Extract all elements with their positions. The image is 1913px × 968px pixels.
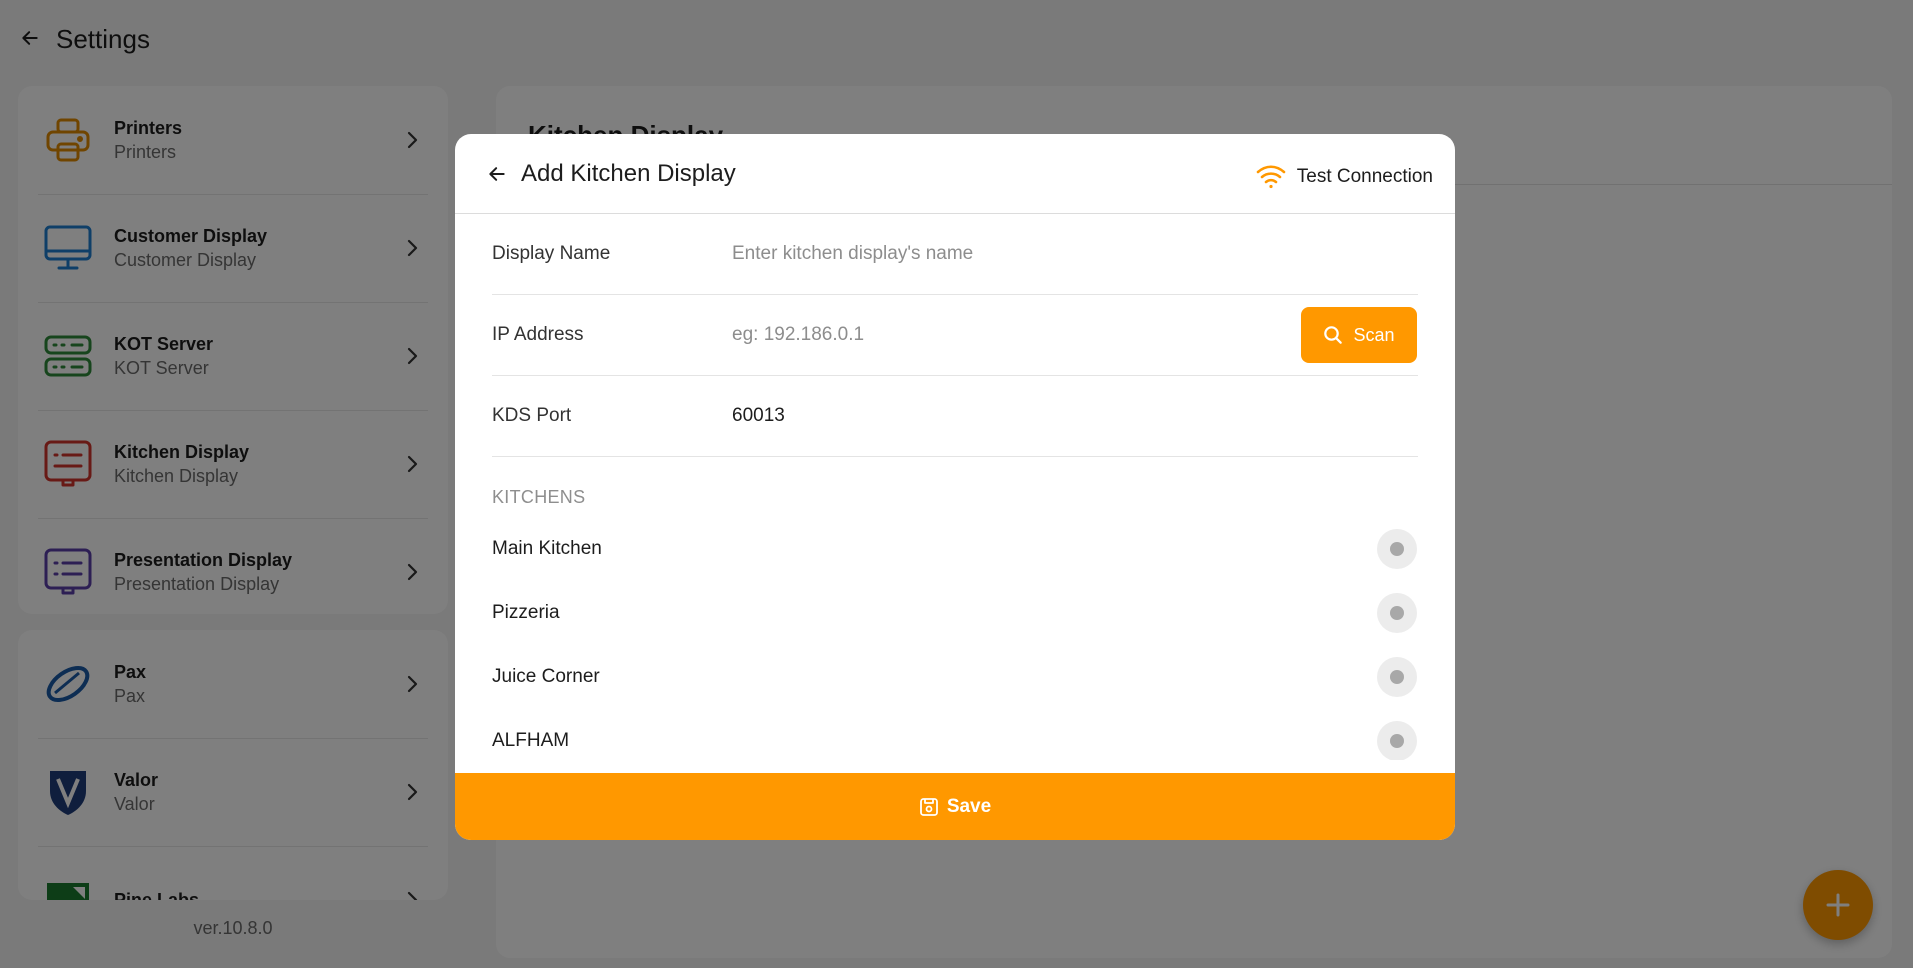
dialog-back-arrow-icon[interactable] <box>485 162 509 186</box>
kds-port-row: KDS Port <box>492 376 1418 457</box>
display-name-row: Display Name <box>492 214 1418 295</box>
kds-port-label: KDS Port <box>492 405 572 426</box>
kitchen-radio[interactable] <box>1377 529 1417 569</box>
kitchens-section-label: KITCHENS <box>492 487 586 507</box>
kitchen-name: Main Kitchen <box>492 538 602 559</box>
ip-address-label: IP Address <box>492 324 584 345</box>
kitchen-name: Juice Corner <box>492 666 600 687</box>
wifi-icon <box>1256 165 1286 189</box>
test-connection-label: Test Connection <box>1296 166 1433 187</box>
test-connection-button[interactable]: Test Connection <box>1255 164 1433 190</box>
ip-address-input[interactable] <box>732 315 1301 355</box>
kitchen-radio[interactable] <box>1377 657 1417 697</box>
search-icon <box>1324 326 1343 344</box>
save-button-label: Save <box>946 795 992 817</box>
dialog-title: Add Kitchen Display <box>521 160 736 187</box>
dialog-body[interactable]: Display Name IP Address Scan KDS Port KI… <box>492 214 1418 760</box>
kitchen-name: Pizzeria <box>492 602 560 623</box>
kitchen-option[interactable]: Pizzeria <box>492 581 1418 645</box>
kitchen-name: ALFHAM <box>492 730 570 751</box>
radio-dot <box>1390 606 1404 620</box>
kitchen-option[interactable]: ALFHAM <box>492 709 1418 760</box>
kitchen-radio[interactable] <box>1377 721 1417 760</box>
save-button[interactable]: Save <box>455 773 1455 840</box>
display-name-label: Display Name <box>492 243 611 264</box>
save-icon <box>919 797 938 816</box>
kitchen-option[interactable]: Juice Corner <box>492 645 1418 709</box>
display-name-input[interactable] <box>732 234 1418 274</box>
kds-port-input[interactable] <box>732 396 1418 436</box>
radio-dot <box>1390 542 1404 556</box>
add-kitchen-display-dialog: Add Kitchen Display Test Connection Disp… <box>455 134 1455 840</box>
scan-button[interactable]: Scan <box>1301 307 1417 363</box>
dialog-header: Add Kitchen Display Test Connection <box>455 134 1455 214</box>
scan-button-label: Scan <box>1353 324 1395 345</box>
kitchen-radio[interactable] <box>1377 593 1417 633</box>
kitchen-option[interactable]: Main Kitchen <box>492 517 1418 581</box>
ip-address-row: IP Address Scan <box>492 295 1418 376</box>
radio-dot <box>1390 670 1404 684</box>
radio-dot <box>1390 734 1404 748</box>
